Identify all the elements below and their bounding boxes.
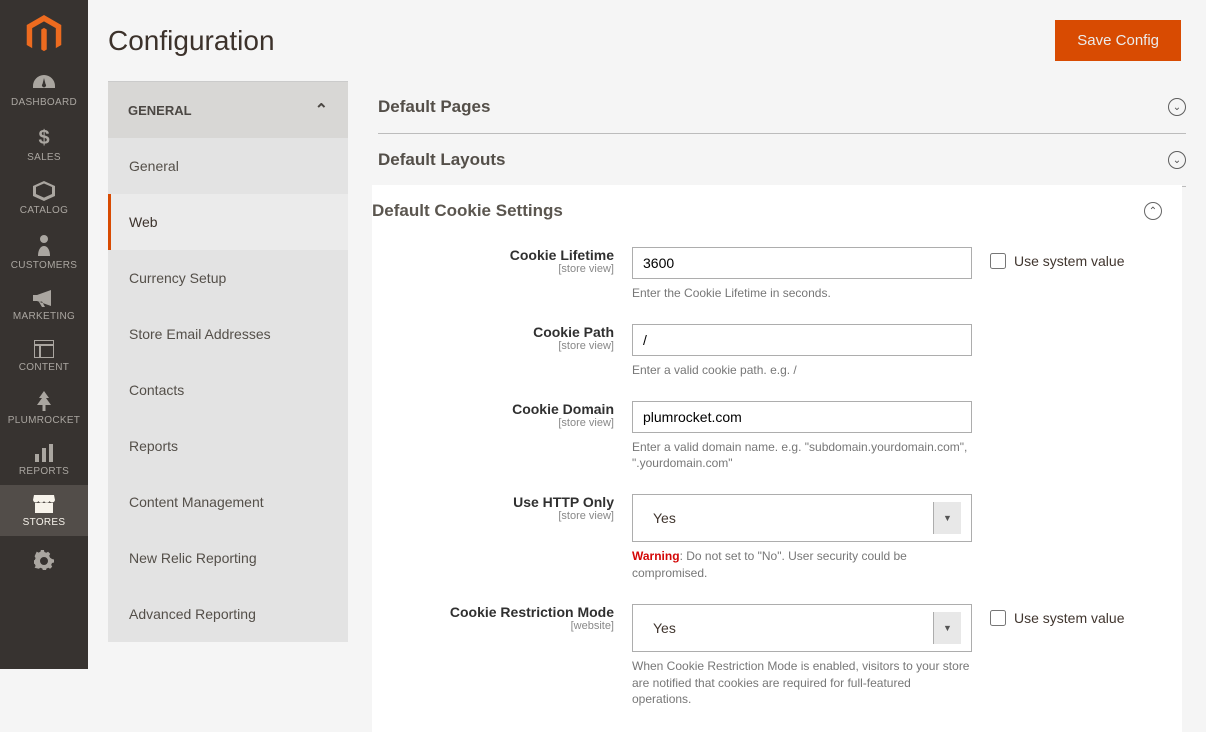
- box-icon: [0, 181, 88, 201]
- sidebar-link-adv-reporting[interactable]: Advanced Reporting: [108, 586, 348, 642]
- panel-default-pages[interactable]: Default Pages ⌄: [378, 81, 1186, 134]
- panel-cookie-header[interactable]: Default Cookie Settings ⌃: [372, 201, 1182, 239]
- tree-icon: [0, 391, 88, 411]
- cookie-domain-input[interactable]: [632, 401, 972, 433]
- nav-system[interactable]: [0, 540, 88, 582]
- panel-default-layouts[interactable]: Default Layouts ⌄: [378, 134, 1186, 187]
- field-scope: [store view]: [372, 417, 614, 429]
- field-cookie-restriction: Cookie Restriction Mode [website] Yes ▼ …: [372, 596, 1182, 722]
- field-scope: [website]: [372, 620, 614, 632]
- field-label: Cookie Path: [533, 324, 614, 340]
- cookie-lifetime-input[interactable]: [632, 247, 972, 279]
- nav-marketing[interactable]: MARKETING: [0, 279, 88, 330]
- nav-stores[interactable]: STORES: [0, 485, 88, 536]
- use-http-only-select[interactable]: Yes ▼: [632, 494, 972, 542]
- field-cookie-lifetime: Cookie Lifetime [store view] Enter the C…: [372, 239, 1182, 316]
- field-note: Warning: Do not set to "No". User securi…: [632, 548, 972, 582]
- nav-customers[interactable]: CUSTOMERS: [0, 224, 88, 279]
- chevron-up-icon: ⌃: [315, 100, 328, 120]
- sidebar-link-content-mgmt[interactable]: Content Management: [108, 474, 348, 530]
- field-use-http-only: Use HTTP Only [store view] Yes ▼ Warning…: [372, 486, 1182, 596]
- field-note: Enter a valid cookie path. e.g. /: [632, 362, 972, 379]
- nav-plumrocket[interactable]: PLUMROCKET: [0, 381, 88, 434]
- field-cookie-domain: Cookie Domain [store view] Enter a valid…: [372, 393, 1182, 487]
- nav-sales[interactable]: $SALES: [0, 116, 88, 171]
- field-note: When Cookie Restriction Mode is enabled,…: [632, 658, 972, 708]
- sidebar-link-newrelic[interactable]: New Relic Reporting: [108, 530, 348, 586]
- sidebar-link-currency[interactable]: Currency Setup: [108, 250, 348, 306]
- sidebar-link-general[interactable]: General: [108, 138, 348, 194]
- use-system-label: Use system value: [1014, 610, 1124, 626]
- dropdown-arrow-icon: ▼: [933, 502, 961, 534]
- field-label: Use HTTP Only: [513, 494, 614, 510]
- gear-icon: [0, 550, 88, 570]
- sidebar-link-store-email[interactable]: Store Email Addresses: [108, 306, 348, 362]
- sidebar-section-general[interactable]: GENERAL ⌃: [108, 81, 348, 138]
- page-title: Configuration: [108, 25, 275, 57]
- dashboard-icon: [0, 75, 88, 93]
- field-scope: [store view]: [372, 263, 614, 275]
- nav-dashboard[interactable]: DASHBOARD: [0, 65, 88, 116]
- nav-catalog[interactable]: CATALOG: [0, 171, 88, 224]
- config-sidebar: GENERAL ⌃ General Web Currency Setup Sto…: [108, 81, 348, 667]
- sidebar-section-label: GENERAL: [128, 103, 192, 118]
- use-system-checkbox[interactable]: [990, 253, 1006, 269]
- cookie-path-input[interactable]: [632, 324, 972, 356]
- use-system-checkbox[interactable]: [990, 610, 1006, 626]
- dollar-icon: $: [0, 126, 88, 148]
- svg-text:$: $: [38, 127, 49, 148]
- field-note: Enter a valid domain name. e.g. "subdoma…: [632, 439, 972, 473]
- sidebar-link-reports[interactable]: Reports: [108, 418, 348, 474]
- field-label: Cookie Restriction Mode: [450, 604, 614, 620]
- field-cookie-path: Cookie Path [store view] Enter a valid c…: [372, 316, 1182, 393]
- cookie-restriction-select[interactable]: Yes ▼: [632, 604, 972, 652]
- sidebar-link-contacts[interactable]: Contacts: [108, 362, 348, 418]
- person-icon: [0, 234, 88, 256]
- layout-icon: [0, 340, 88, 358]
- chevron-down-icon: ⌄: [1168, 151, 1186, 169]
- field-label: Cookie Domain: [512, 401, 614, 417]
- magento-logo: [24, 15, 64, 55]
- save-config-button[interactable]: Save Config: [1055, 20, 1181, 61]
- panel-cookie-settings: Default Cookie Settings ⌃ Cookie Lifetim…: [372, 185, 1182, 732]
- field-label: Cookie Lifetime: [510, 247, 614, 263]
- sidebar-link-web[interactable]: Web: [108, 194, 348, 250]
- admin-sidebar: DASHBOARD $SALES CATALOG CUSTOMERS MARKE…: [0, 0, 88, 669]
- megaphone-icon: [0, 289, 88, 307]
- dropdown-arrow-icon: ▼: [933, 612, 961, 644]
- nav-reports[interactable]: REPORTS: [0, 434, 88, 485]
- field-note: Enter the Cookie Lifetime in seconds.: [632, 285, 972, 302]
- nav-content[interactable]: CONTENT: [0, 330, 88, 381]
- chevron-down-icon: ⌄: [1168, 98, 1186, 116]
- page-header: Configuration Save Config: [88, 0, 1206, 81]
- field-scope: [store view]: [372, 510, 614, 522]
- storefront-icon: [0, 495, 88, 513]
- chevron-up-icon: ⌃: [1144, 202, 1162, 220]
- field-scope: [store view]: [372, 340, 614, 352]
- bars-icon: [0, 444, 88, 462]
- use-system-label: Use system value: [1014, 253, 1124, 269]
